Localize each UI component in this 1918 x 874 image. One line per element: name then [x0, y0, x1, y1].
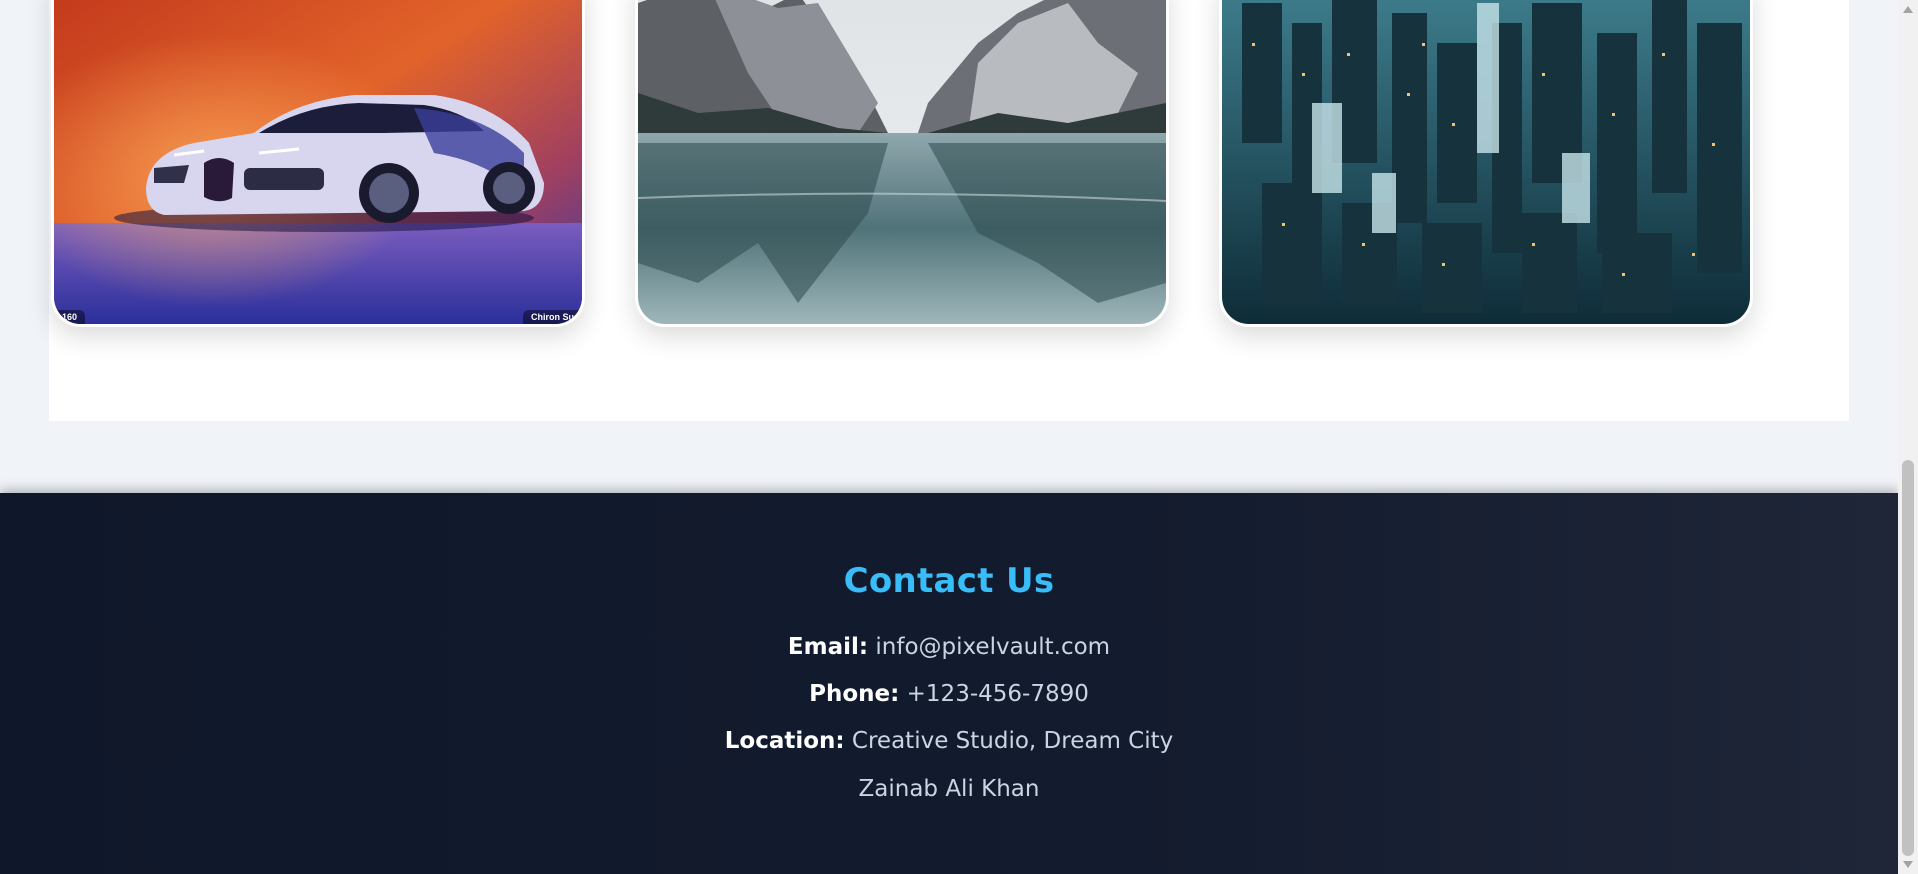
contact-email: Email: info@pixelvault.com [0, 634, 1898, 660]
scroll-down-arrow-icon[interactable] [1903, 861, 1913, 868]
scrollbar-thumb[interactable] [1902, 460, 1914, 856]
gallery-card-car[interactable]: 160 Chiron Su [51, 0, 585, 327]
contact-phone: Phone: +123-456-7890 [0, 681, 1898, 707]
image-caption-left: 160 [54, 310, 86, 324]
author-name: Zainab Ali Khan [858, 776, 1040, 802]
phone-label: Phone: [809, 681, 900, 707]
city-image [1222, 0, 1750, 324]
contact-location: Location: Creative Studio, Dream City [0, 728, 1898, 754]
footer: Contact Us Email: info@pixelvault.com Ph… [0, 493, 1898, 874]
gallery-card-city[interactable] [1219, 0, 1753, 327]
image-caption-right: Chiron Su [523, 310, 582, 324]
gallery-card-lake[interactable] [635, 0, 1169, 327]
car-image [54, 0, 582, 324]
scroll-up-arrow-icon[interactable] [1903, 6, 1913, 13]
lake-image [638, 0, 1166, 324]
phone-value: +123-456-7890 [906, 681, 1089, 707]
location-value: Creative Studio, Dream City [851, 728, 1174, 754]
vertical-scrollbar[interactable] [1898, 0, 1918, 874]
email-label: Email: [787, 634, 869, 660]
email-value: info@pixelvault.com [875, 634, 1111, 660]
location-label: Location: [724, 728, 845, 754]
contact-title: Contact Us [843, 561, 1055, 601]
